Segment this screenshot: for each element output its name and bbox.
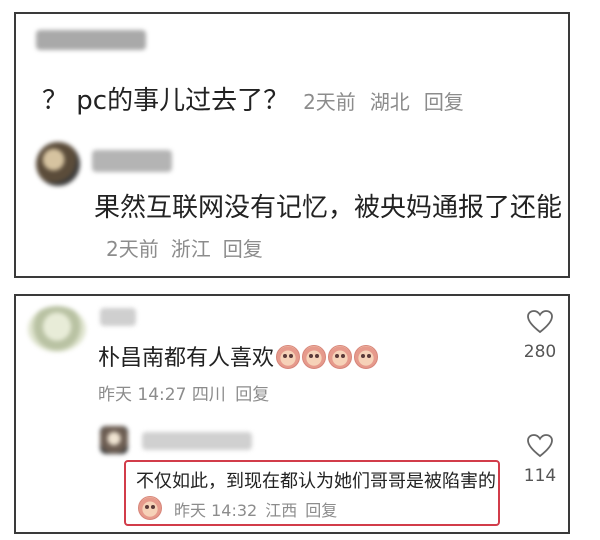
comment-location: 江西: [265, 501, 298, 520]
blurred-username[interactable]: [100, 308, 136, 326]
reply-button[interactable]: 回复: [424, 90, 464, 114]
avatar[interactable]: [100, 426, 128, 454]
like-button[interactable]: 114: [510, 434, 570, 486]
comment: 不仅如此，到现在都认为她们哥哥是被陷害的昨天 14:32 江西 回复: [136, 468, 496, 525]
comment: ？ pc的事儿过去了？ 2天前 湖北 回复: [42, 80, 464, 117]
comment-text-row: 朴昌南都有人喜欢: [98, 340, 379, 372]
crying-face-emoji-icon: [138, 496, 162, 520]
comment-text: 果然互联网没有记忆，被央妈通报了还能: [94, 193, 563, 223]
heart-icon[interactable]: [527, 310, 553, 334]
crying-face-emoji-icon: [354, 345, 379, 369]
blurred-username[interactable]: [36, 30, 146, 50]
like-count: 114: [523, 466, 557, 486]
weibo-comments-panel: ？ pc的事儿过去了？ 2天前 湖北 回复 果然互联网没有记忆，被央妈通报了还能2天前…: [14, 12, 570, 278]
like-count: 280: [523, 342, 557, 362]
heart-icon[interactable]: [527, 434, 553, 458]
comment-meta: 昨天 14:27 四川 回复: [98, 380, 269, 405]
douyin-comments-panel: 朴昌南都有人喜欢 昨天 14:27 四川 回复 280 不仅如此，到现在都认为她…: [14, 294, 570, 534]
reply-button[interactable]: 回复: [235, 385, 269, 405]
crying-face-emoji-icon: [302, 345, 327, 369]
comment-location: 湖北: [369, 90, 410, 114]
comment-time: 昨天 14:27: [98, 385, 187, 405]
comment-location: 四川: [191, 385, 226, 405]
like-button[interactable]: 280: [510, 310, 570, 362]
reply-button[interactable]: 回复: [223, 237, 263, 261]
comment-time: 2天前: [303, 90, 356, 114]
comment: 果然互联网没有记忆，被央妈通报了还能 2天前 浙江 回复: [94, 188, 564, 269]
blurred-username[interactable]: [142, 432, 252, 450]
comment-text: 不仅如此，到现在都认为她们哥哥是被陷害的: [136, 471, 496, 492]
comment-time: 昨天 14:32: [174, 501, 258, 520]
comment-location: 浙江: [170, 237, 211, 261]
comment-text: 朴昌南都有人喜欢: [98, 346, 275, 371]
comment-text: ？ pc的事儿过去了？: [42, 86, 290, 116]
crying-face-emoji-icon: [276, 345, 301, 369]
reply-button[interactable]: 回复: [305, 501, 337, 520]
comment-time: 2天前: [106, 237, 159, 261]
avatar[interactable]: [36, 142, 80, 186]
avatar[interactable]: [28, 306, 86, 352]
blurred-username[interactable]: [92, 150, 172, 172]
crying-face-emoji-icon: [328, 345, 353, 369]
